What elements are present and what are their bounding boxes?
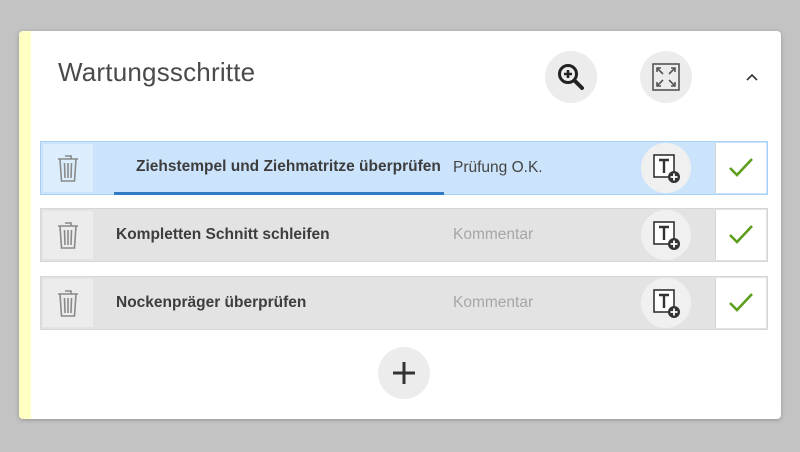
step-label-input[interactable]: Kompletten Schnitt schleifen [116, 209, 446, 261]
maintenance-steps-panel: Wartungsschritte Ziehstempel und Ziehmat… [19, 31, 781, 419]
add-text-icon [653, 154, 680, 183]
step-comment-field[interactable]: Prüfung O.K. [453, 142, 633, 194]
zoom-in-icon [558, 64, 584, 90]
add-text-button[interactable] [641, 143, 691, 193]
delete-step-button[interactable] [43, 144, 93, 192]
panel-accent-bar [19, 31, 31, 419]
checkmark-icon [729, 158, 753, 177]
fullscreen-icon [652, 63, 680, 91]
confirm-step-button[interactable] [715, 143, 766, 193]
zoom-button[interactable] [545, 51, 597, 103]
checkmark-icon [729, 225, 753, 244]
step-label-input[interactable]: Ziehstempel und Ziehmatritze überprüfen [114, 142, 444, 195]
add-text-button[interactable] [641, 210, 691, 260]
confirm-step-button[interactable] [715, 278, 766, 328]
checkmark-icon [729, 293, 753, 312]
add-step-button[interactable] [378, 347, 430, 399]
delete-step-button[interactable] [43, 211, 93, 259]
step-row[interactable]: Nockenpräger überprüfen Kommentar [40, 276, 768, 330]
plus-icon [393, 362, 415, 384]
step-row[interactable]: Kompletten Schnitt schleifen Kommentar [40, 208, 768, 262]
panel-title: Wartungsschritte [58, 57, 256, 87]
add-text-icon [653, 221, 680, 250]
fullscreen-button[interactable] [640, 51, 692, 103]
step-comment-field[interactable]: Kommentar [453, 209, 633, 261]
add-text-icon [653, 289, 680, 318]
step-label-input[interactable]: Nockenpräger überprüfen [116, 277, 446, 329]
confirm-step-button[interactable] [715, 210, 766, 260]
trash-icon [58, 290, 78, 317]
delete-step-button[interactable] [43, 279, 93, 327]
trash-icon [58, 222, 78, 249]
add-text-button[interactable] [641, 278, 691, 328]
trash-icon [58, 155, 78, 182]
collapse-button[interactable] [739, 64, 765, 90]
step-row[interactable]: Ziehstempel und Ziehmatritze überprüfen … [40, 141, 768, 195]
chevron-up-icon [746, 73, 758, 81]
step-comment-field[interactable]: Kommentar [453, 277, 633, 329]
